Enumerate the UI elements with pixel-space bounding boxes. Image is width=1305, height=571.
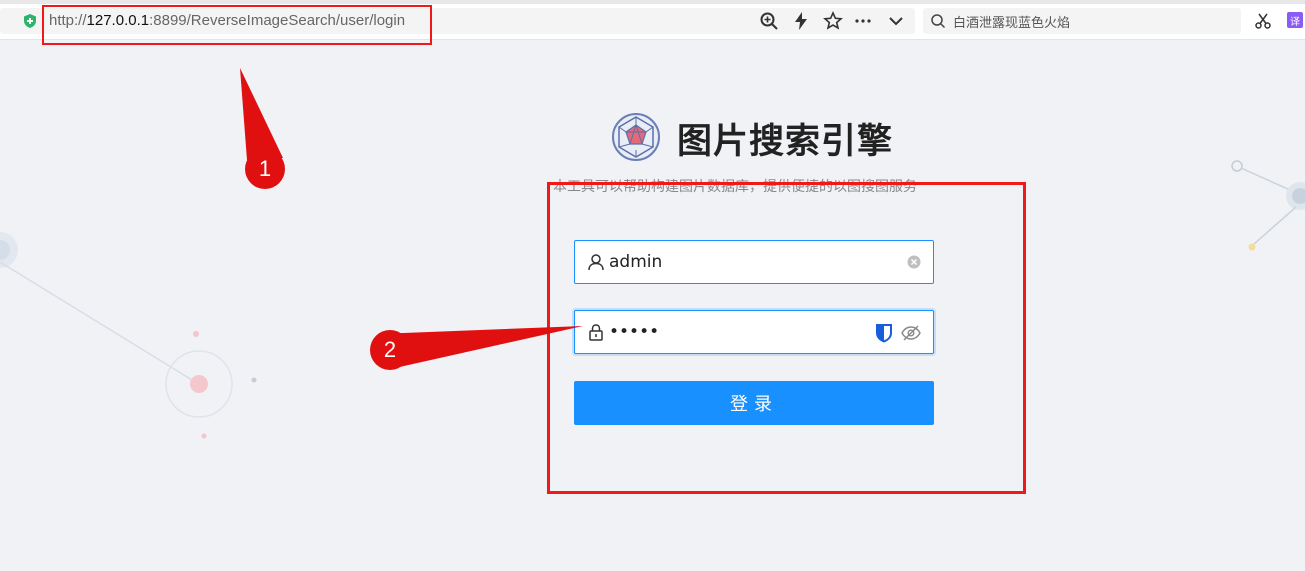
logo-icon — [612, 113, 660, 161]
lightning-icon[interactable] — [791, 11, 811, 31]
zoom-icon[interactable] — [759, 11, 779, 31]
secure-shield-icon[interactable] — [22, 13, 38, 29]
search-icon — [931, 14, 946, 29]
star-icon[interactable] — [823, 11, 843, 31]
search-suggestion-text[interactable]: 白酒泄露现蓝色火焰 — [953, 12, 1070, 31]
scissors-icon[interactable] — [1254, 12, 1272, 30]
page-title: 图片搜索引擎 — [677, 122, 894, 162]
tab-strip-edge — [0, 0, 1305, 4]
more-icon[interactable] — [853, 11, 873, 31]
annotation-box-form — [547, 182, 1026, 494]
chevron-down-icon[interactable] — [886, 11, 906, 31]
annotation-box-url — [42, 5, 432, 45]
translate-icon[interactable]: 译 — [1287, 12, 1303, 28]
annotation-marker-2: 2 — [370, 330, 410, 370]
annotation-marker-1: 1 — [245, 149, 285, 189]
